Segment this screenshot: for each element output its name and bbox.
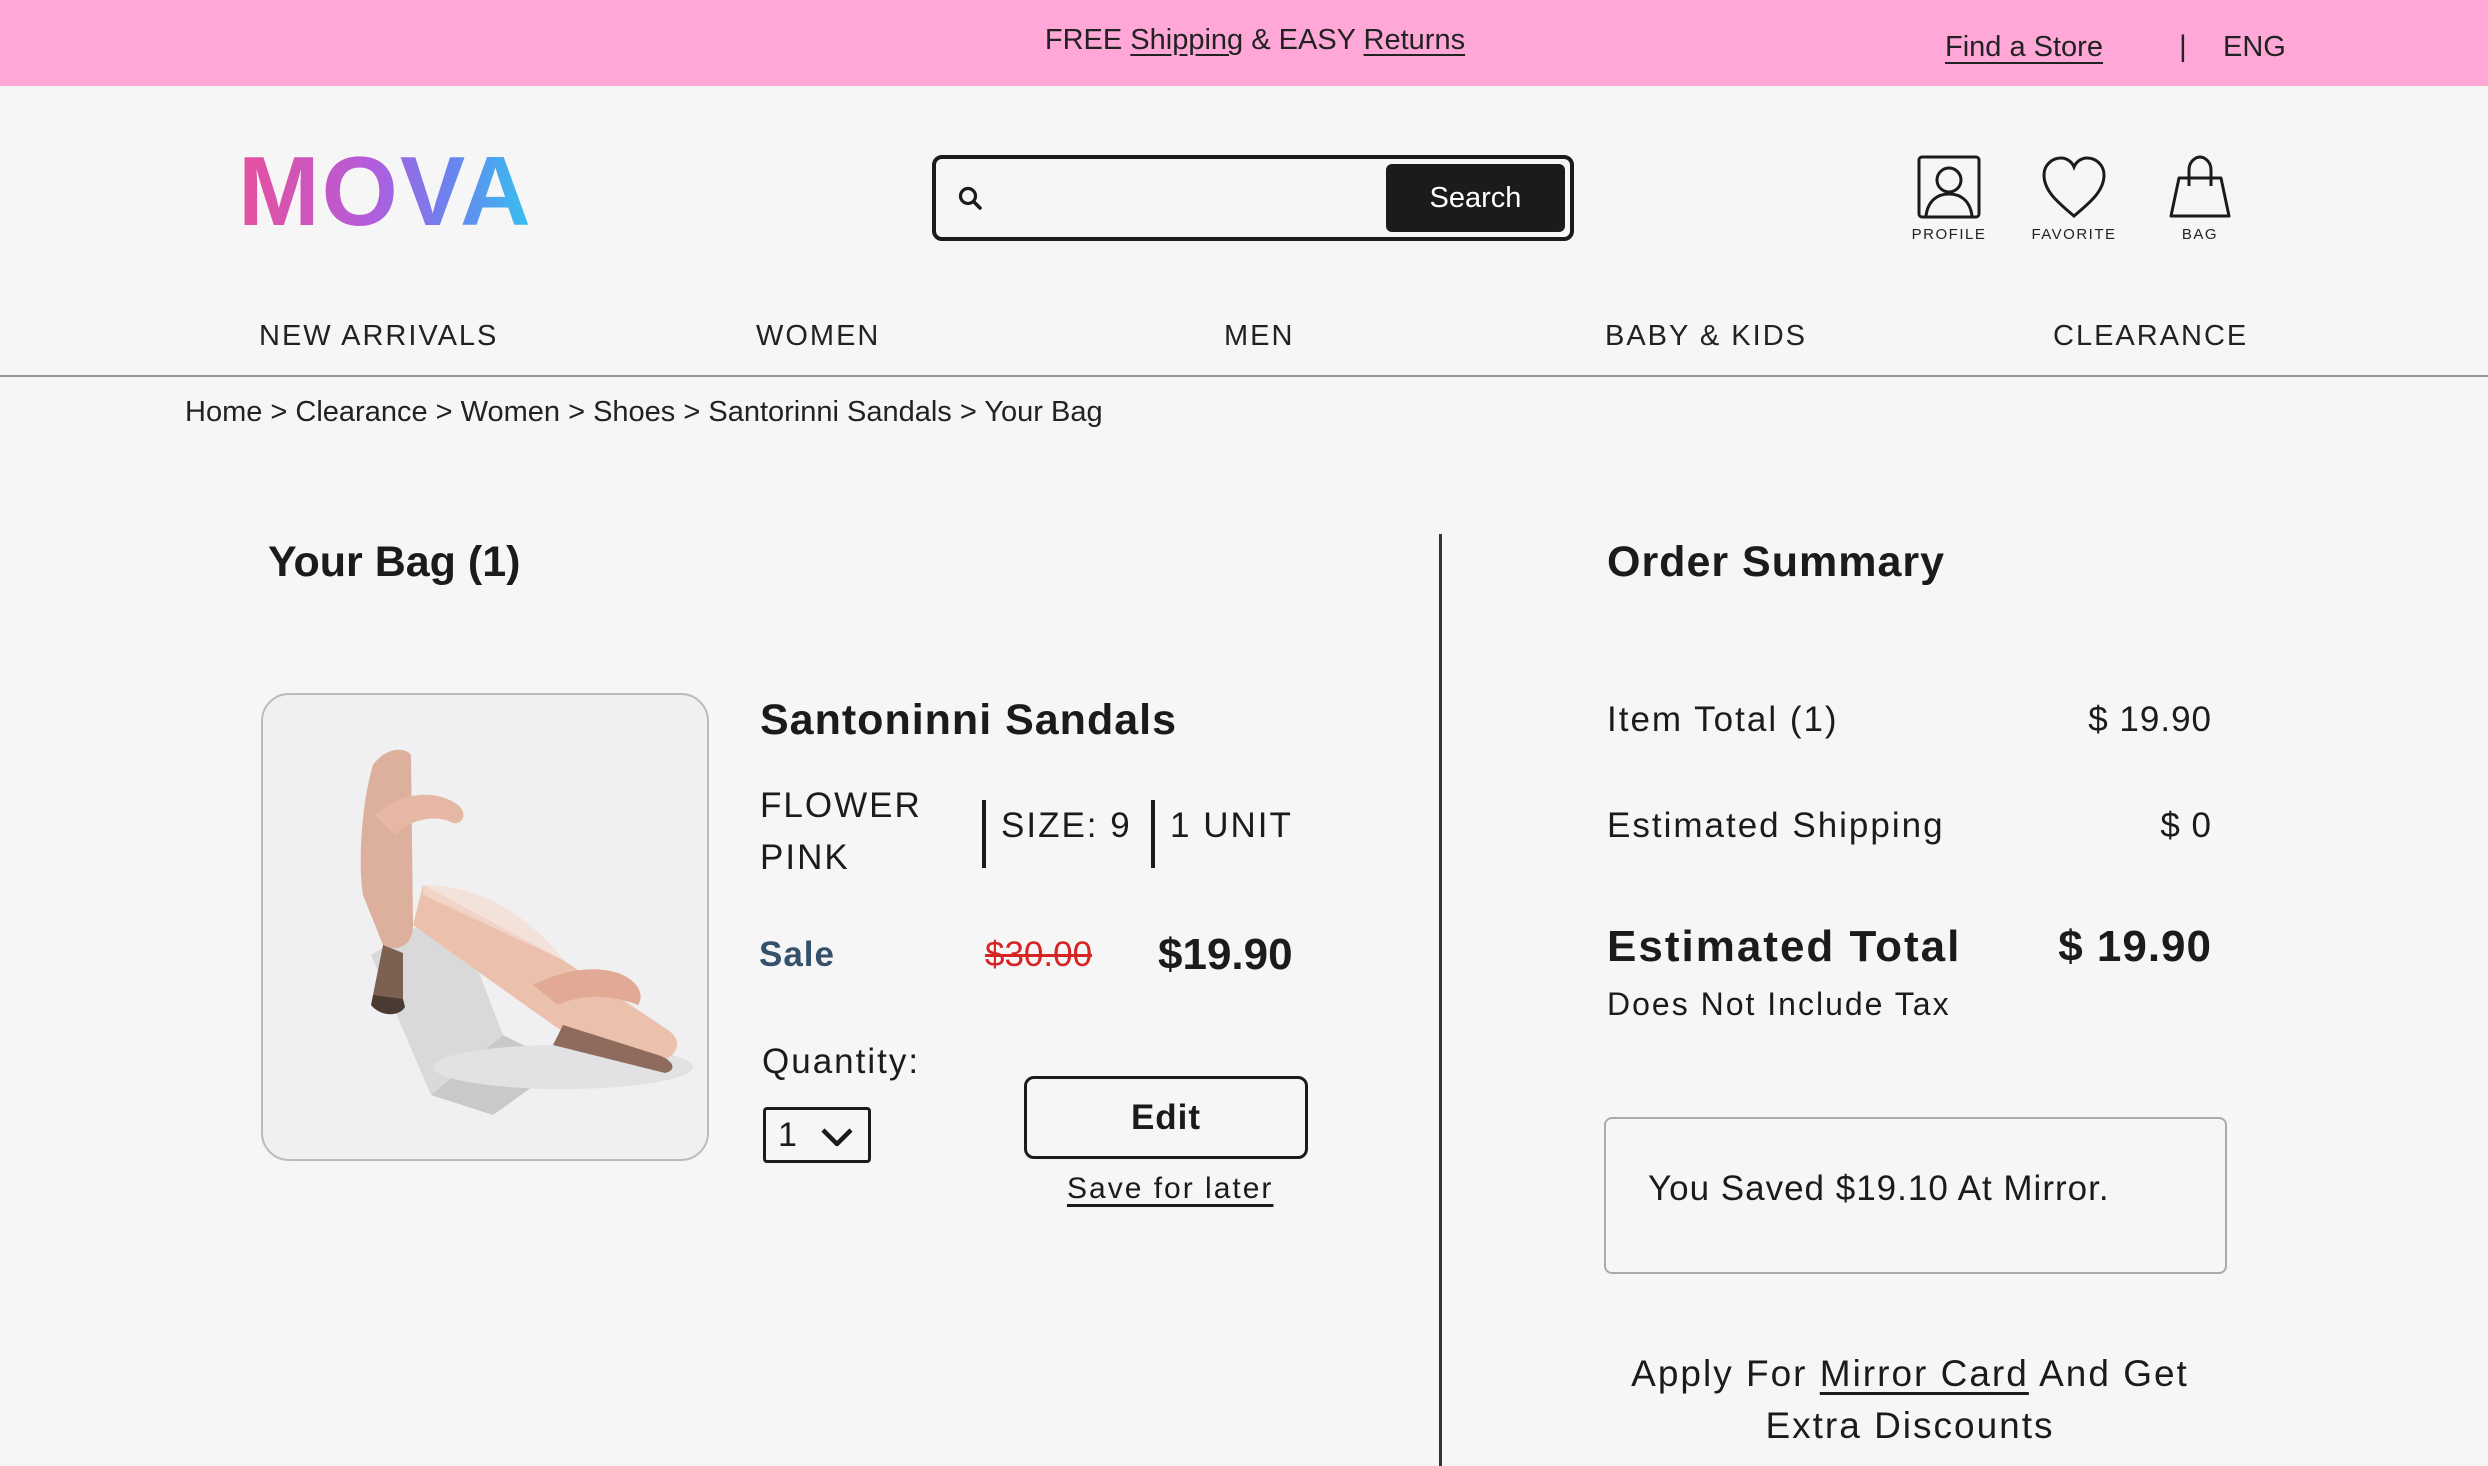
apply-prefix: Apply For [1631, 1353, 1808, 1394]
nav-clearance[interactable]: CLEARANCE [2053, 320, 2248, 353]
nav-new-arrivals[interactable]: NEW ARRIVALS [259, 320, 498, 353]
profile-icon [1917, 155, 1981, 219]
promo-bar: FREE Shipping & EASY Returns Find a Stor… [0, 0, 2488, 86]
item-total-label: Item Total (1) [1607, 700, 1839, 739]
shipping-link[interactable]: Shipping [1130, 24, 1243, 56]
search-input[interactable] [1000, 169, 1320, 227]
promo-free: FREE [1044, 24, 1123, 56]
promo-separator: | [2179, 30, 2187, 63]
favorite-button[interactable]: FAVORITE [2019, 154, 2129, 243]
product-image[interactable] [261, 693, 709, 1161]
order-summary-title: Order Summary [1607, 538, 1946, 586]
promo-easy: & EASY [1251, 24, 1356, 56]
quantity-select[interactable]: 1 [763, 1107, 871, 1163]
returns-link[interactable]: Returns [1364, 24, 1466, 56]
tax-note: Does Not Include Tax [1607, 986, 1951, 1022]
save-for-later-link[interactable]: Save for later [1067, 1172, 1273, 1206]
shopping-bag-icon [2169, 155, 2231, 218]
product-size: SIZE: 9 [1001, 806, 1132, 845]
heart-icon [2042, 156, 2106, 218]
nav-divider [0, 375, 2488, 377]
language-selector[interactable]: ENG [2223, 31, 2286, 64]
column-divider [1439, 534, 1442, 1466]
original-price: $30.00 [985, 935, 1093, 974]
search-button[interactable]: Search [1386, 164, 1565, 232]
mova-logo[interactable]: MOVA [238, 142, 533, 240]
shipping-label: Estimated Shipping [1607, 806, 1945, 845]
profile-label: PROFILE [1911, 226, 1987, 243]
product-color: FLOWER PINK [760, 786, 922, 877]
sale-price: $19.90 [1158, 930, 1293, 979]
find-store-link[interactable]: Find a Store [1945, 31, 2103, 64]
favorite-label: FAVORITE [2031, 226, 2117, 243]
sale-label: Sale [759, 935, 835, 974]
mirror-card-link[interactable]: Mirror Card [1820, 1353, 2029, 1394]
bag-button[interactable]: BAG [2145, 154, 2255, 243]
nav-men[interactable]: MEN [1224, 320, 1294, 353]
savings-text: You Saved $19.10 At Mirror. [1648, 1169, 2110, 1208]
breadcrumb[interactable]: Home > Clearance > Women > Shoes > Santo… [185, 396, 1103, 429]
chevron-down-icon [821, 1128, 853, 1147]
nav-baby-kids[interactable]: BABY & KIDS [1605, 320, 1807, 353]
bag-label: BAG [2181, 226, 2219, 243]
attribute-divider [1151, 800, 1155, 868]
savings-box: You Saved $19.10 At Mirror. [1604, 1117, 2227, 1274]
quantity-label: Quantity: [762, 1042, 921, 1081]
estimated-total-value: $ 19.90 [2058, 922, 2212, 971]
product-units: 1 UNIT [1170, 806, 1293, 845]
item-total-value: $ 19.90 [2088, 700, 2212, 739]
edit-button[interactable]: Edit [1024, 1076, 1308, 1159]
promo-message: FREE Shipping & EASY Returns [0, 24, 2488, 57]
sandal-image [360, 749, 693, 1115]
attribute-divider [982, 800, 986, 868]
search-bar: Search [932, 155, 1574, 241]
search-icon [958, 186, 982, 210]
shipping-value: $ 0 [2160, 806, 2212, 845]
quantity-value: 1 [778, 1116, 797, 1154]
profile-button[interactable]: PROFILE [1894, 154, 2004, 243]
bag-title: Your Bag (1) [268, 538, 521, 586]
product-name[interactable]: Santoninni Sandals [760, 696, 1177, 745]
mirror-card-promo: Apply For Mirror Card And Get Extra Disc… [1590, 1348, 2230, 1452]
estimated-total-label: Estimated Total [1607, 922, 1962, 971]
nav-women[interactable]: WOMEN [756, 320, 880, 353]
